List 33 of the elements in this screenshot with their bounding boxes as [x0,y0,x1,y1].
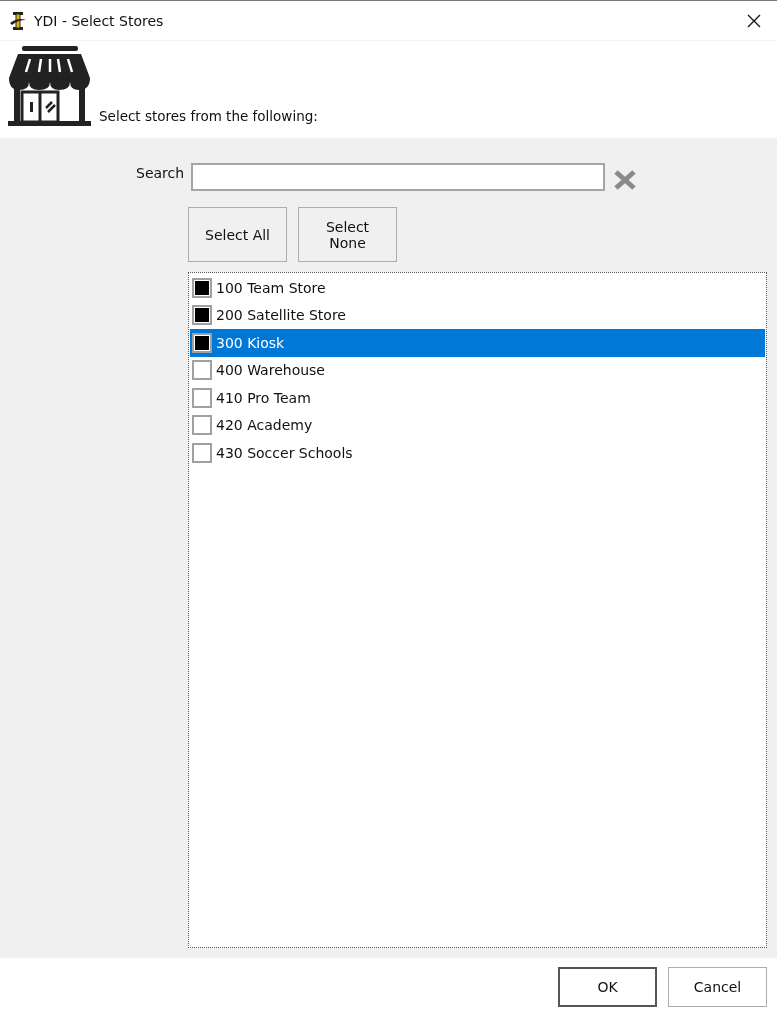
store-checkbox[interactable] [192,332,212,353]
store-label: 430 Soccer Schools [216,444,353,461]
store-checkbox[interactable] [192,387,212,408]
clear-search-button[interactable] [613,169,637,191]
instruction-text: Select stores from the following: [99,108,318,124]
store-item[interactable]: 410 Pro Team [190,384,765,412]
store-item[interactable]: 300 Kiosk [190,329,765,357]
search-label: Search [136,165,184,181]
select-none-button[interactable]: Select None [298,207,397,262]
ok-button[interactable]: OK [558,966,657,1007]
store-item[interactable]: 420 Academy [190,411,765,439]
store-checkbox[interactable] [192,442,212,463]
store-item[interactable]: 430 Soccer Schools [190,439,765,467]
store-checkbox[interactable] [192,305,212,326]
store-label: 200 Satellite Store [216,307,346,324]
search-field[interactable] [191,163,605,191]
store-label: 410 Pro Team [216,389,311,406]
store-item[interactable]: 100 Team Store [190,274,765,302]
cancel-button[interactable]: Cancel [668,966,767,1007]
window-title: YDI - Select Stores [34,12,165,29]
store-label: 300 Kiosk [216,334,285,351]
store-checkbox[interactable] [192,360,212,381]
close-icon [747,13,761,28]
store-label: 420 Academy [216,417,313,434]
storefront-icon [8,46,91,126]
clear-icon [613,169,637,191]
store-item[interactable]: 200 Satellite Store [190,301,765,329]
store-checkbox[interactable] [192,277,212,298]
store-item[interactable]: 400 Warehouse [190,356,765,384]
store-checkbox[interactable] [192,415,212,436]
store-label: 100 Team Store [216,279,326,296]
store-label: 400 Warehouse [216,362,325,379]
select-all-button[interactable]: Select All [188,207,287,262]
